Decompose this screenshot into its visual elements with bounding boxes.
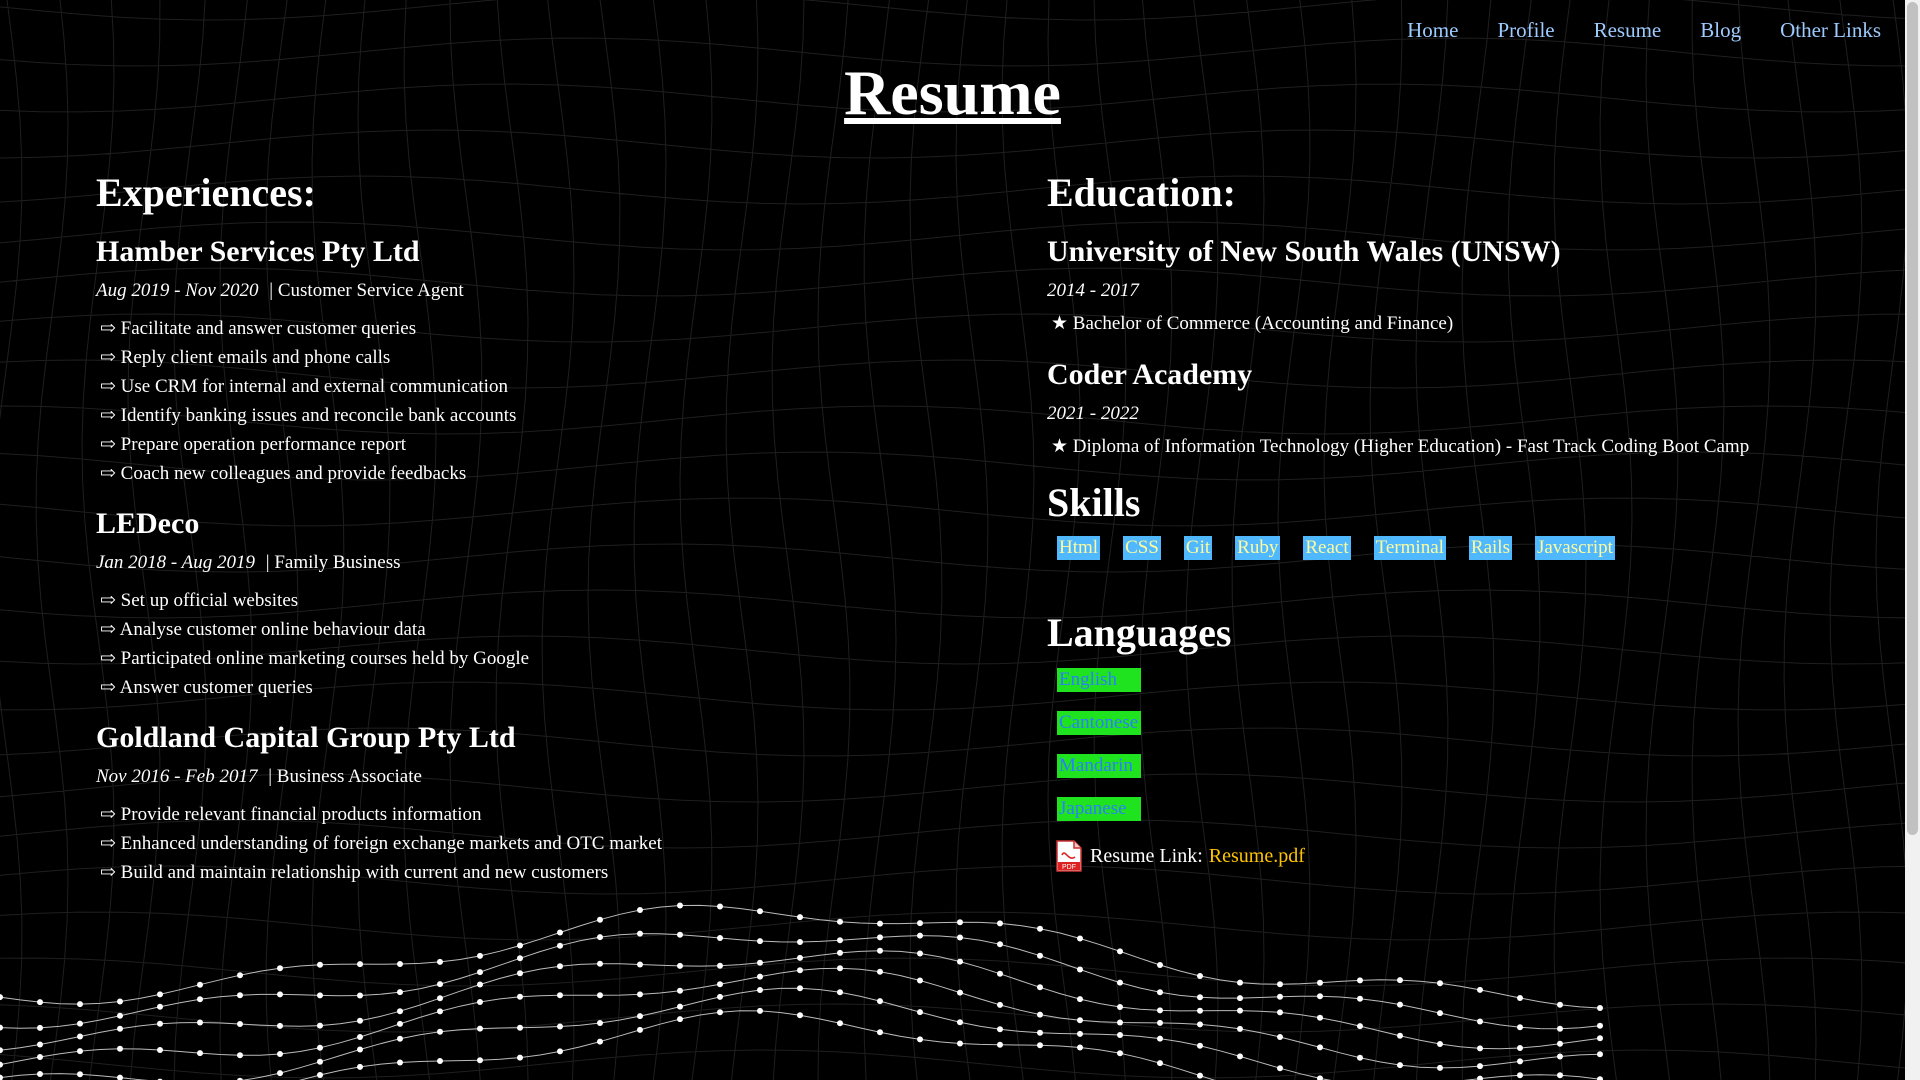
skills-heading: Skills bbox=[1047, 480, 1141, 525]
job-role: | Family Business bbox=[265, 552, 401, 573]
duty-list: ⇨ Provide relevant financial products in… bbox=[96, 800, 996, 887]
job-dates: Jan 2018 - Aug 2019 bbox=[96, 552, 256, 573]
company-name: Goldland Capital Group Pty Ltd bbox=[96, 721, 516, 754]
page-title: Resume bbox=[844, 57, 1061, 128]
language-tag: Japanese bbox=[1057, 797, 1141, 821]
skill-tag: React bbox=[1303, 536, 1351, 560]
scrollbar-thumb[interactable] bbox=[1907, 2, 1918, 835]
languages-heading: Languages bbox=[1047, 610, 1232, 655]
job-dates: Aug 2019 - Nov 2020 bbox=[96, 280, 259, 301]
language-tag: English bbox=[1057, 668, 1141, 692]
duty-item: ⇨ Provide relevant financial products in… bbox=[100, 804, 482, 825]
language-tag: Mandarin bbox=[1057, 754, 1141, 778]
degree-item: ★ Bachelor of Commerce (Accounting and F… bbox=[1051, 313, 1454, 334]
skill-tag: Terminal bbox=[1373, 536, 1446, 560]
company-name: LEDeco bbox=[96, 507, 200, 540]
right-column: Education: University of New South Wales… bbox=[1047, 170, 1897, 872]
resume-pdf-link[interactable]: Resume.pdf bbox=[1209, 845, 1305, 868]
nav-blog[interactable]: Blog bbox=[1700, 18, 1741, 43]
degree-item: ★ Diploma of Information Technology (Hig… bbox=[1051, 436, 1750, 457]
job-period: Nov 2016 - Feb 2017 | Business Associate bbox=[96, 766, 996, 788]
duty-item: ⇨ Set up official websites bbox=[100, 590, 299, 611]
company-name: Hamber Services Pty Ltd bbox=[96, 235, 420, 268]
job-role: | Business Associate bbox=[268, 766, 422, 787]
skill-tag: Html bbox=[1057, 536, 1101, 560]
skill-tag: CSS bbox=[1123, 536, 1161, 560]
duty-item: ⇨ Prepare operation performance report bbox=[100, 434, 407, 455]
nav-home[interactable]: Home bbox=[1407, 18, 1458, 43]
duty-item: ⇨ Identify banking issues and reconcile … bbox=[100, 405, 517, 426]
school-period: 2014 - 2017 bbox=[1047, 280, 1139, 301]
resume-link-row: PDF Resume Link: Resume.pdf bbox=[1047, 840, 1897, 872]
duty-list: ⇨ Facilitate and answer customer queries… bbox=[96, 314, 996, 488]
experiences-section: Experiences: Hamber Services Pty Ltd Aug… bbox=[96, 170, 996, 905]
job-dates: Nov 2016 - Feb 2017 bbox=[96, 766, 258, 787]
skill-tag: Ruby bbox=[1235, 536, 1281, 560]
nav-profile[interactable]: Profile bbox=[1497, 18, 1554, 43]
skills-list: Html CSS Git Ruby React Terminal Rails J… bbox=[1047, 536, 1897, 560]
nav-other-links[interactable]: Other Links bbox=[1780, 18, 1881, 43]
language-tag: Cantonese bbox=[1057, 711, 1141, 735]
job-entry: LEDeco Jan 2018 - Aug 2019 | Family Busi… bbox=[96, 506, 996, 702]
school-name: University of New South Wales (UNSW) bbox=[1047, 235, 1561, 268]
resume-link-label: Resume Link: bbox=[1090, 844, 1203, 867]
duty-item: ⇨ Facilitate and answer customer queries bbox=[100, 318, 417, 339]
duty-item: ⇨ Use CRM for internal and external comm… bbox=[100, 376, 508, 397]
duty-item: ⇨ Analyse customer online behaviour data bbox=[100, 619, 426, 640]
job-entry: Hamber Services Pty Ltd Aug 2019 - Nov 2… bbox=[96, 234, 996, 488]
job-entry: Goldland Capital Group Pty Ltd Nov 2016 … bbox=[96, 720, 996, 887]
duty-item: ⇨ Build and maintain relationship with c… bbox=[100, 862, 609, 883]
duty-item: ⇨ Answer customer queries bbox=[100, 677, 313, 698]
school-name: Coder Academy bbox=[1047, 358, 1253, 391]
duty-list: ⇨ Set up official websites ⇨ Analyse cus… bbox=[96, 586, 996, 702]
school-period: 2021 - 2022 bbox=[1047, 403, 1139, 424]
nav-resume[interactable]: Resume bbox=[1594, 18, 1662, 43]
skill-tag: Git bbox=[1183, 536, 1213, 560]
top-nav: Home Profile Resume Blog Other Links bbox=[1368, 18, 1881, 43]
duty-item: ⇨ Enhanced understanding of foreign exch… bbox=[100, 833, 662, 854]
education-heading: Education: bbox=[1047, 170, 1236, 215]
job-period: Jan 2018 - Aug 2019 | Family Business bbox=[96, 552, 996, 574]
duty-item: ⇨ Participated online marketing courses … bbox=[100, 648, 530, 669]
skill-tag: Javascript bbox=[1534, 536, 1615, 560]
duty-item: ⇨ Reply client emails and phone calls bbox=[100, 347, 391, 368]
svg-text:PDF: PDF bbox=[1062, 864, 1076, 871]
job-role: | Customer Service Agent bbox=[269, 280, 464, 301]
duty-item: ⇨ Coach new colleagues and provide feedb… bbox=[100, 463, 467, 484]
job-period: Aug 2019 - Nov 2020 | Customer Service A… bbox=[96, 280, 996, 302]
skill-tag: Rails bbox=[1468, 536, 1512, 560]
pdf-icon: PDF bbox=[1056, 840, 1082, 872]
experiences-heading: Experiences: bbox=[96, 170, 316, 215]
